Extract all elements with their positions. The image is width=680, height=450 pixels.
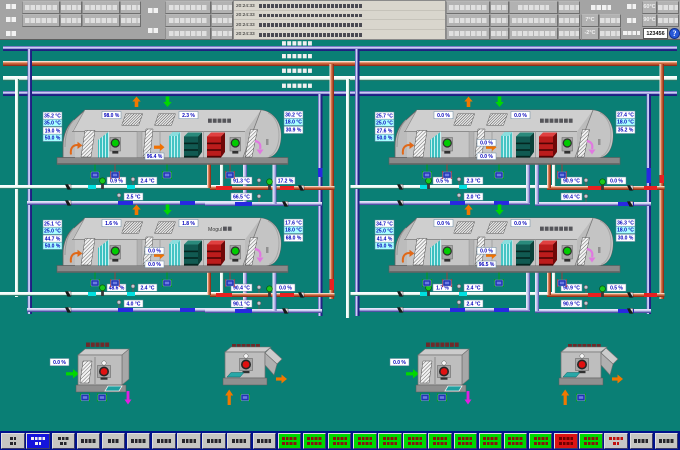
svg-text:44.7 %: 44.7 % <box>45 236 61 242</box>
svg-text:17.2 %: 17.2 % <box>278 178 294 184</box>
svg-text:19.0 %: 19.0 % <box>45 128 61 134</box>
svg-text:0.0 %: 0.0 % <box>53 360 66 366</box>
svg-text:41.4 %: 41.4 % <box>377 236 393 242</box>
svg-text:98.0 %: 98.0 % <box>104 113 120 119</box>
svg-text:0.0 %: 0.0 % <box>279 285 292 291</box>
svg-text:27.4 °C: 27.4 °C <box>617 112 634 118</box>
svg-text:0.0 %: 0.0 % <box>514 221 527 227</box>
svg-text:18.0 °C: 18.0 °C <box>285 120 302 126</box>
svg-text:1.8 %: 1.8 % <box>182 221 195 227</box>
svg-text:0.0 %: 0.0 % <box>514 113 527 119</box>
svg-text:90.1 °C: 90.1 °C <box>233 301 250 307</box>
svg-text:0.0 %: 0.0 % <box>480 248 493 254</box>
svg-text:17.6 °C: 17.6 °C <box>285 220 302 226</box>
svg-text:1.6 %: 1.6 % <box>105 221 118 227</box>
svg-text:0.0 %: 0.0 % <box>480 154 493 160</box>
svg-text:30.9 %: 30.9 % <box>286 128 302 134</box>
svg-text:25.7 °C: 25.7 °C <box>376 113 393 119</box>
svg-text:2.4 °C: 2.4 °C <box>141 285 155 291</box>
svg-text:96.4 %: 96.4 % <box>147 154 163 160</box>
svg-text:18.0 °C: 18.0 °C <box>285 228 302 234</box>
svg-text:0.9 %: 0.9 % <box>110 178 123 184</box>
svg-text:35.2 %: 35.2 % <box>618 128 634 134</box>
svg-text:50.0 %: 50.0 % <box>45 136 61 142</box>
svg-text:25.0 °C: 25.0 °C <box>376 229 393 235</box>
svg-text:18.0 °C: 18.0 °C <box>617 228 634 234</box>
svg-text:50.0 %: 50.0 % <box>377 136 393 142</box>
svg-text:25.0 °C: 25.0 °C <box>376 121 393 127</box>
svg-text:2.0 °C: 2.0 °C <box>467 194 481 200</box>
svg-text:96.5 %: 96.5 % <box>479 262 495 268</box>
svg-text:2.4 °C: 2.4 °C <box>141 178 155 184</box>
svg-text:90.4 °C: 90.4 °C <box>233 285 250 291</box>
svg-text:0.5 %: 0.5 % <box>436 178 449 184</box>
svg-text:18.0 °C: 18.0 °C <box>617 120 634 126</box>
svg-text:68.0 %: 68.0 % <box>286 236 302 242</box>
svg-text:0.0 %: 0.0 % <box>148 262 161 268</box>
svg-text:2.4 °C: 2.4 °C <box>467 285 481 291</box>
svg-text:0.5 %: 0.5 % <box>610 285 623 291</box>
svg-text:4.0 °C: 4.0 °C <box>127 301 141 307</box>
svg-text:2.3 °C: 2.3 °C <box>467 178 481 184</box>
svg-text:90.4 °C: 90.4 °C <box>563 194 580 200</box>
svg-text:91.3 °C: 91.3 °C <box>233 178 250 184</box>
svg-text:0.0 %: 0.0 % <box>148 248 161 254</box>
svg-text:27.6 %: 27.6 % <box>377 128 393 134</box>
svg-text:90.9 °C: 90.9 °C <box>563 178 580 184</box>
svg-text:2.5 °C: 2.5 °C <box>127 194 141 200</box>
svg-text:0.0 %: 0.0 % <box>610 178 623 184</box>
svg-text:36.3 °C: 36.3 °C <box>617 220 634 226</box>
svg-text:50.0 %: 50.0 % <box>45 244 61 250</box>
svg-text:34.7 °C: 34.7 °C <box>376 221 393 227</box>
svg-text:0.0 %: 0.0 % <box>437 113 450 119</box>
svg-text:35.2 °C: 35.2 °C <box>44 113 61 119</box>
svg-text:25.1 °C: 25.1 °C <box>44 221 61 227</box>
svg-text:0.0 %: 0.0 % <box>393 360 406 366</box>
svg-text:35.0 °C: 35.0 °C <box>44 121 61 127</box>
svg-text:90.9 °C: 90.9 °C <box>563 301 580 307</box>
svg-text:0.0 %: 0.0 % <box>437 221 450 227</box>
svg-text:0.0 %: 0.0 % <box>480 140 493 146</box>
svg-text:30.2 °C: 30.2 °C <box>285 112 302 118</box>
svg-text:66.5 °C: 66.5 °C <box>233 194 250 200</box>
svg-text:50.0 %: 50.0 % <box>377 244 393 250</box>
svg-text:2.4 °C: 2.4 °C <box>467 301 481 307</box>
svg-text:2.3 %: 2.3 % <box>182 113 195 119</box>
svg-text:30.0 %: 30.0 % <box>618 236 634 242</box>
svg-text:25.0 °C: 25.0 °C <box>44 229 61 235</box>
svg-text:Mogul: Mogul <box>208 227 222 233</box>
svg-text:90.9 °C: 90.9 °C <box>563 285 580 291</box>
